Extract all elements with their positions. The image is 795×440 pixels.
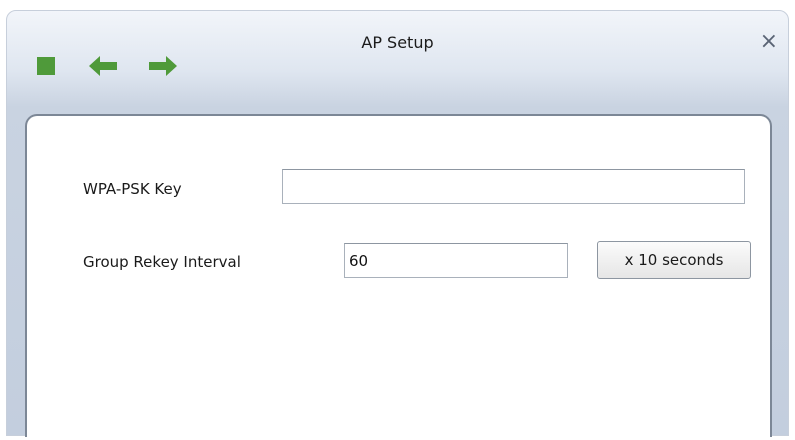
stop-icon[interactable] bbox=[37, 57, 55, 75]
settings-panel: WPA-PSK Key Group Rekey Interval x 10 se… bbox=[25, 114, 772, 437]
ap-setup-window: AP Setup × WPA-PSK Key Group Rekey Inter… bbox=[6, 10, 789, 437]
wpa-psk-key-input[interactable] bbox=[282, 169, 745, 204]
window-title: AP Setup bbox=[361, 33, 434, 52]
arrow-right-icon[interactable] bbox=[147, 55, 177, 77]
wpa-psk-key-label: WPA-PSK Key bbox=[83, 180, 182, 198]
arrow-left-icon[interactable] bbox=[89, 55, 119, 77]
close-icon[interactable]: × bbox=[760, 29, 778, 54]
group-rekey-interval-label: Group Rekey Interval bbox=[83, 253, 241, 271]
group-rekey-interval-input[interactable] bbox=[344, 243, 568, 278]
title-bar: AP Setup × bbox=[7, 11, 788, 103]
rekey-units-button[interactable]: x 10 seconds bbox=[597, 241, 751, 279]
